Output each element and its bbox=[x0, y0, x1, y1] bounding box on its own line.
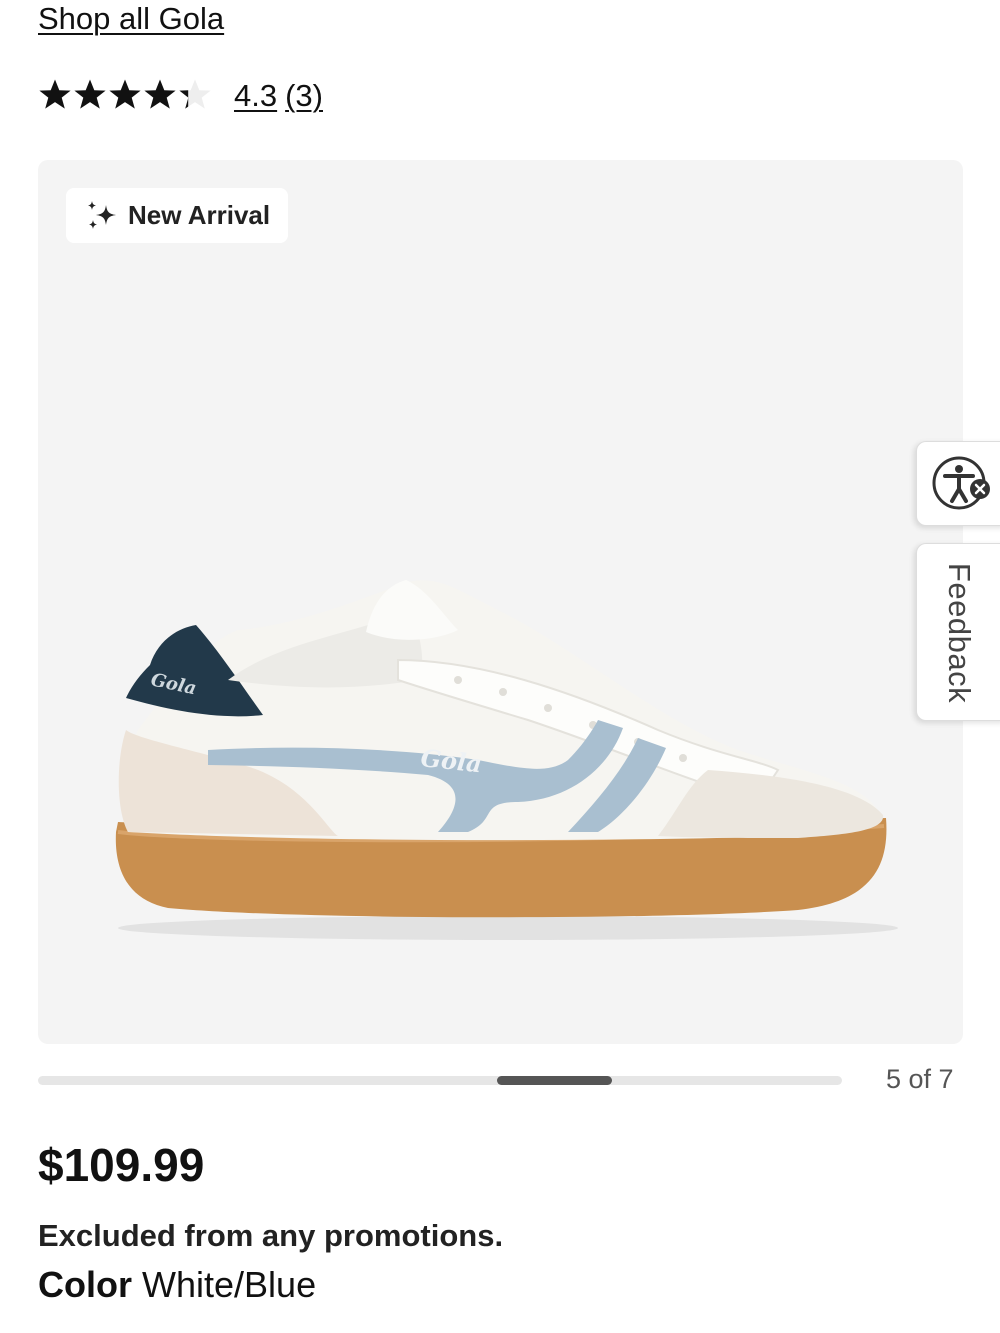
product-rating[interactable]: 4.3 (3) bbox=[38, 76, 323, 116]
accessibility-icon bbox=[932, 456, 990, 509]
product-price: $109.99 bbox=[38, 1139, 205, 1191]
star-rating-icons bbox=[38, 78, 212, 114]
color-selection: Color White/Blue bbox=[38, 1264, 316, 1306]
product-image-gallery[interactable]: New Arrival Gola Gola bbox=[38, 160, 963, 1044]
gallery-scrollbar[interactable] bbox=[38, 1076, 842, 1085]
promotion-note: Excluded from any promotions. bbox=[38, 1218, 504, 1253]
feedback-label: Feedback bbox=[942, 562, 977, 704]
accessibility-button[interactable] bbox=[916, 441, 1000, 526]
color-value: White/Blue bbox=[142, 1264, 317, 1305]
product-shoe-image: Gola Gola bbox=[115, 580, 898, 940]
badge-label: New Arrival bbox=[128, 200, 271, 230]
review-count[interactable]: (3) bbox=[285, 78, 323, 114]
image-counter: 5 of 7 bbox=[886, 1064, 954, 1094]
star-4-icon bbox=[144, 79, 176, 109]
star-1-icon bbox=[39, 79, 71, 109]
star-2-icon bbox=[74, 79, 106, 109]
gallery-scrollbar-thumb[interactable] bbox=[497, 1076, 613, 1085]
sparkle-icon bbox=[88, 200, 116, 229]
new-arrival-badge: New Arrival bbox=[66, 188, 289, 243]
star-3-icon bbox=[109, 79, 141, 109]
shop-all-brand-link[interactable]: Shop all Gola bbox=[38, 0, 224, 38]
rating-value[interactable]: 4.3 bbox=[234, 78, 277, 114]
feedback-tab[interactable]: Feedback bbox=[916, 543, 1000, 721]
color-label: Color bbox=[38, 1264, 132, 1305]
star-5-icon bbox=[179, 79, 211, 109]
